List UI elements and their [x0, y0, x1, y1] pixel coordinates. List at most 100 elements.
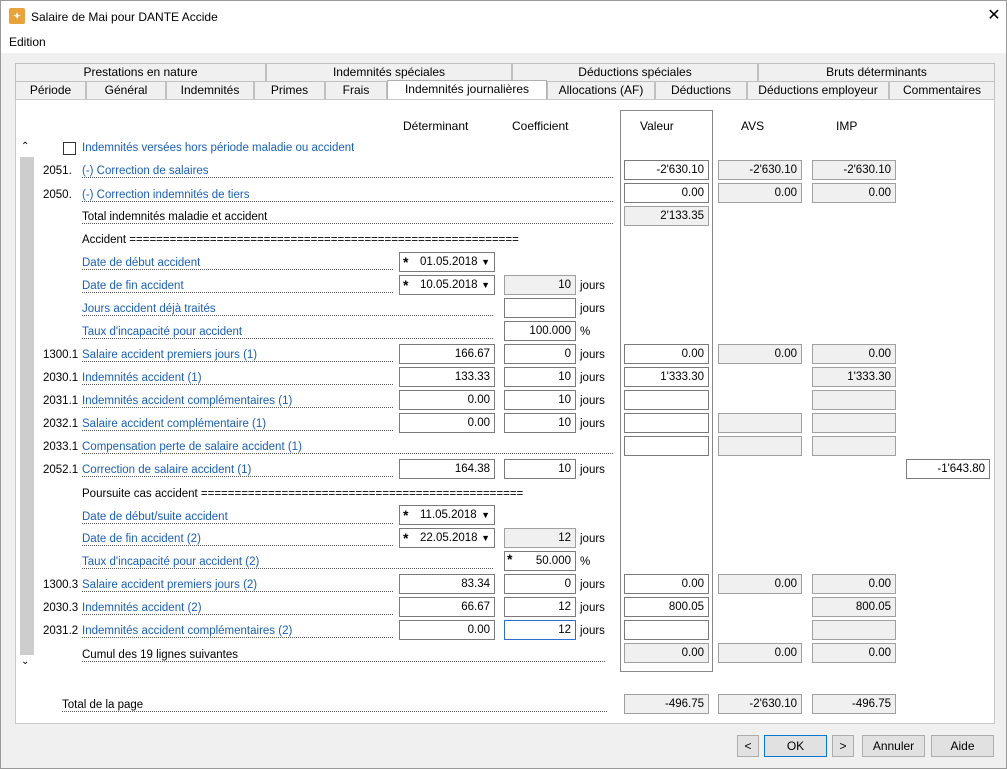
- coef-2031-2[interactable]: 12: [504, 620, 576, 640]
- coef-1300-1[interactable]: 0: [504, 344, 576, 364]
- date-debut-picker[interactable]: * 01.05.2018 ▼: [399, 252, 495, 272]
- tab-deductions-speciales[interactable]: Déductions spéciales: [512, 63, 758, 81]
- cumul-avs: 0.00: [718, 643, 802, 663]
- cumul-label: Cumul des 19 lignes suivantes: [82, 649, 605, 662]
- coef-1300-3[interactable]: 0: [504, 574, 576, 594]
- app-icon: ✦: [9, 8, 25, 24]
- total-page-avs: -2'630.10: [718, 694, 802, 714]
- col-header-determinant: Déterminant: [403, 119, 469, 133]
- row-label-correction-tiers[interactable]: (-) Correction indemnités de tiers: [82, 189, 613, 202]
- det-2032-1[interactable]: 0.00: [399, 413, 495, 433]
- row-code: 2030.1: [43, 372, 79, 384]
- row-code: 2031.1: [43, 395, 79, 407]
- tab-deductions[interactable]: Déductions: [655, 81, 747, 99]
- help-button[interactable]: Aide: [931, 735, 994, 757]
- prev-button[interactable]: <: [737, 735, 759, 757]
- tab-bruts-determinants[interactable]: Bruts déterminants: [758, 63, 995, 81]
- valeur-2032-1[interactable]: [624, 413, 709, 433]
- valeur-2030-3[interactable]: 800.05: [624, 597, 709, 617]
- cumul-imp: 0.00: [812, 643, 896, 663]
- imp-2032-1: [812, 413, 896, 433]
- coef-2032-1[interactable]: 10: [504, 413, 576, 433]
- section-poursuite-header: Poursuite cas accident =================…: [82, 488, 524, 500]
- required-star-icon: *: [403, 254, 409, 270]
- scroll-down-icon[interactable]: ⌄: [21, 656, 29, 667]
- date-debut2-picker[interactable]: * 11.05.2018 ▼: [399, 505, 495, 525]
- dropdown-arrow-icon: ▼: [481, 280, 490, 290]
- tab-primes[interactable]: Primes: [254, 81, 325, 99]
- menu-edition[interactable]: Edition: [9, 35, 46, 49]
- tab-indemnites-speciales[interactable]: Indemnités spéciales: [266, 63, 512, 81]
- det-2052-1[interactable]: 164.38: [399, 459, 495, 479]
- valeur-2033-1[interactable]: [624, 436, 709, 456]
- total-page-label: Total de la page: [62, 699, 607, 712]
- valeur-2030-1[interactable]: 1'333.30: [624, 367, 709, 387]
- row-label-2032-1[interactable]: Salaire accident complémentaire (1): [82, 418, 393, 431]
- ok-button[interactable]: OK: [764, 735, 827, 757]
- taux2-input[interactable]: 50.000: [504, 551, 576, 571]
- close-icon[interactable]: ✕: [984, 6, 1004, 26]
- date-debut-label: Date de début accident: [82, 257, 393, 270]
- avs-1300-3: 0.00: [718, 574, 802, 594]
- window-title: Salaire de Mai pour DANTE Accide: [31, 10, 218, 24]
- tab-prestations-nature[interactable]: Prestations en nature: [15, 63, 266, 81]
- valeur-2051[interactable]: -2'630.10: [624, 160, 709, 180]
- required-star-icon: *: [403, 277, 409, 293]
- scrollbar[interactable]: [20, 157, 34, 655]
- tab-deductions-employeur[interactable]: Déductions employeur: [747, 81, 889, 99]
- valeur-2031-2[interactable]: [624, 620, 709, 640]
- row-label-2033-1[interactable]: Compensation perte de salaire accident (…: [82, 441, 613, 454]
- coef-2052-1[interactable]: 10: [504, 459, 576, 479]
- row-code: 2033.1: [43, 441, 79, 453]
- date-fin-picker[interactable]: * 10.05.2018 ▼: [399, 275, 495, 295]
- coef-2030-3[interactable]: 12: [504, 597, 576, 617]
- det-2030-3[interactable]: 66.67: [399, 597, 495, 617]
- date-fin2-jours: 12: [504, 528, 576, 548]
- date-fin2-picker[interactable]: * 22.05.2018 ▼: [399, 528, 495, 548]
- valeur-1300-3[interactable]: 0.00: [624, 574, 709, 594]
- extra-2052-1[interactable]: -1'643.80: [906, 459, 990, 479]
- tab-frais[interactable]: Frais: [325, 81, 387, 99]
- row-label-2031-1[interactable]: Indemnités accident complémentaires (1): [82, 395, 393, 408]
- row-label-correction-salaires[interactable]: (-) Correction de salaires: [82, 165, 613, 178]
- tab-indemnites[interactable]: Indemnités: [166, 81, 254, 99]
- date-debut2-label: Date de début/suite accident: [82, 511, 393, 524]
- row-label-1300-3[interactable]: Salaire accident premiers jours (2): [82, 579, 393, 592]
- hors-periode-checkbox[interactable]: [63, 142, 76, 155]
- jours-traites-label: Jours accident déjà traités: [82, 303, 493, 316]
- valeur-2031-1[interactable]: [624, 390, 709, 410]
- coef-2031-1[interactable]: 10: [504, 390, 576, 410]
- row-label-2030-1[interactable]: Indemnités accident (1): [82, 372, 393, 385]
- det-2030-1[interactable]: 133.33: [399, 367, 495, 387]
- row-code: 2030.3: [43, 602, 79, 614]
- imp-2031-2: [812, 620, 896, 640]
- valeur-2050[interactable]: 0.00: [624, 183, 709, 203]
- scroll-up-icon[interactable]: ⌃: [21, 141, 29, 152]
- det-1300-1[interactable]: 166.67: [399, 344, 495, 364]
- valeur-1300-1[interactable]: 0.00: [624, 344, 709, 364]
- tab-indemnites-journalieres[interactable]: Indemnités journalières: [387, 80, 547, 100]
- det-2031-2[interactable]: 0.00: [399, 620, 495, 640]
- next-button[interactable]: >: [832, 735, 854, 757]
- det-2031-1[interactable]: 0.00: [399, 390, 495, 410]
- required-star-icon: *: [403, 507, 409, 523]
- tab-allocations-af[interactable]: Allocations (AF): [547, 81, 655, 99]
- required-star-icon: *: [403, 530, 409, 546]
- jours-traites-input[interactable]: [504, 298, 576, 318]
- coef-2030-1[interactable]: 10: [504, 367, 576, 387]
- tab-general[interactable]: Général: [86, 81, 166, 99]
- row-label-1300-1[interactable]: Salaire accident premiers jours (1): [82, 349, 393, 362]
- hors-periode-label: Indemnités versées hors période maladie …: [82, 142, 355, 154]
- det-1300-3[interactable]: 83.34: [399, 574, 495, 594]
- row-label-2031-2[interactable]: Indemnités accident complémentaires (2): [82, 625, 393, 638]
- tab-commentaires[interactable]: Commentaires: [889, 81, 995, 99]
- row-code: 2031.2: [43, 625, 79, 637]
- row-label-2030-3[interactable]: Indemnités accident (2): [82, 602, 393, 615]
- cancel-button[interactable]: Annuler: [862, 735, 925, 757]
- unit-jours: jours: [580, 349, 605, 361]
- row-label-2052-1[interactable]: Correction de salaire accident (1): [82, 464, 393, 477]
- unit-percent: %: [580, 556, 591, 568]
- taux-input[interactable]: 100.000: [504, 321, 576, 341]
- tab-periode[interactable]: Période: [15, 81, 86, 99]
- unit-jours: jours: [580, 464, 605, 476]
